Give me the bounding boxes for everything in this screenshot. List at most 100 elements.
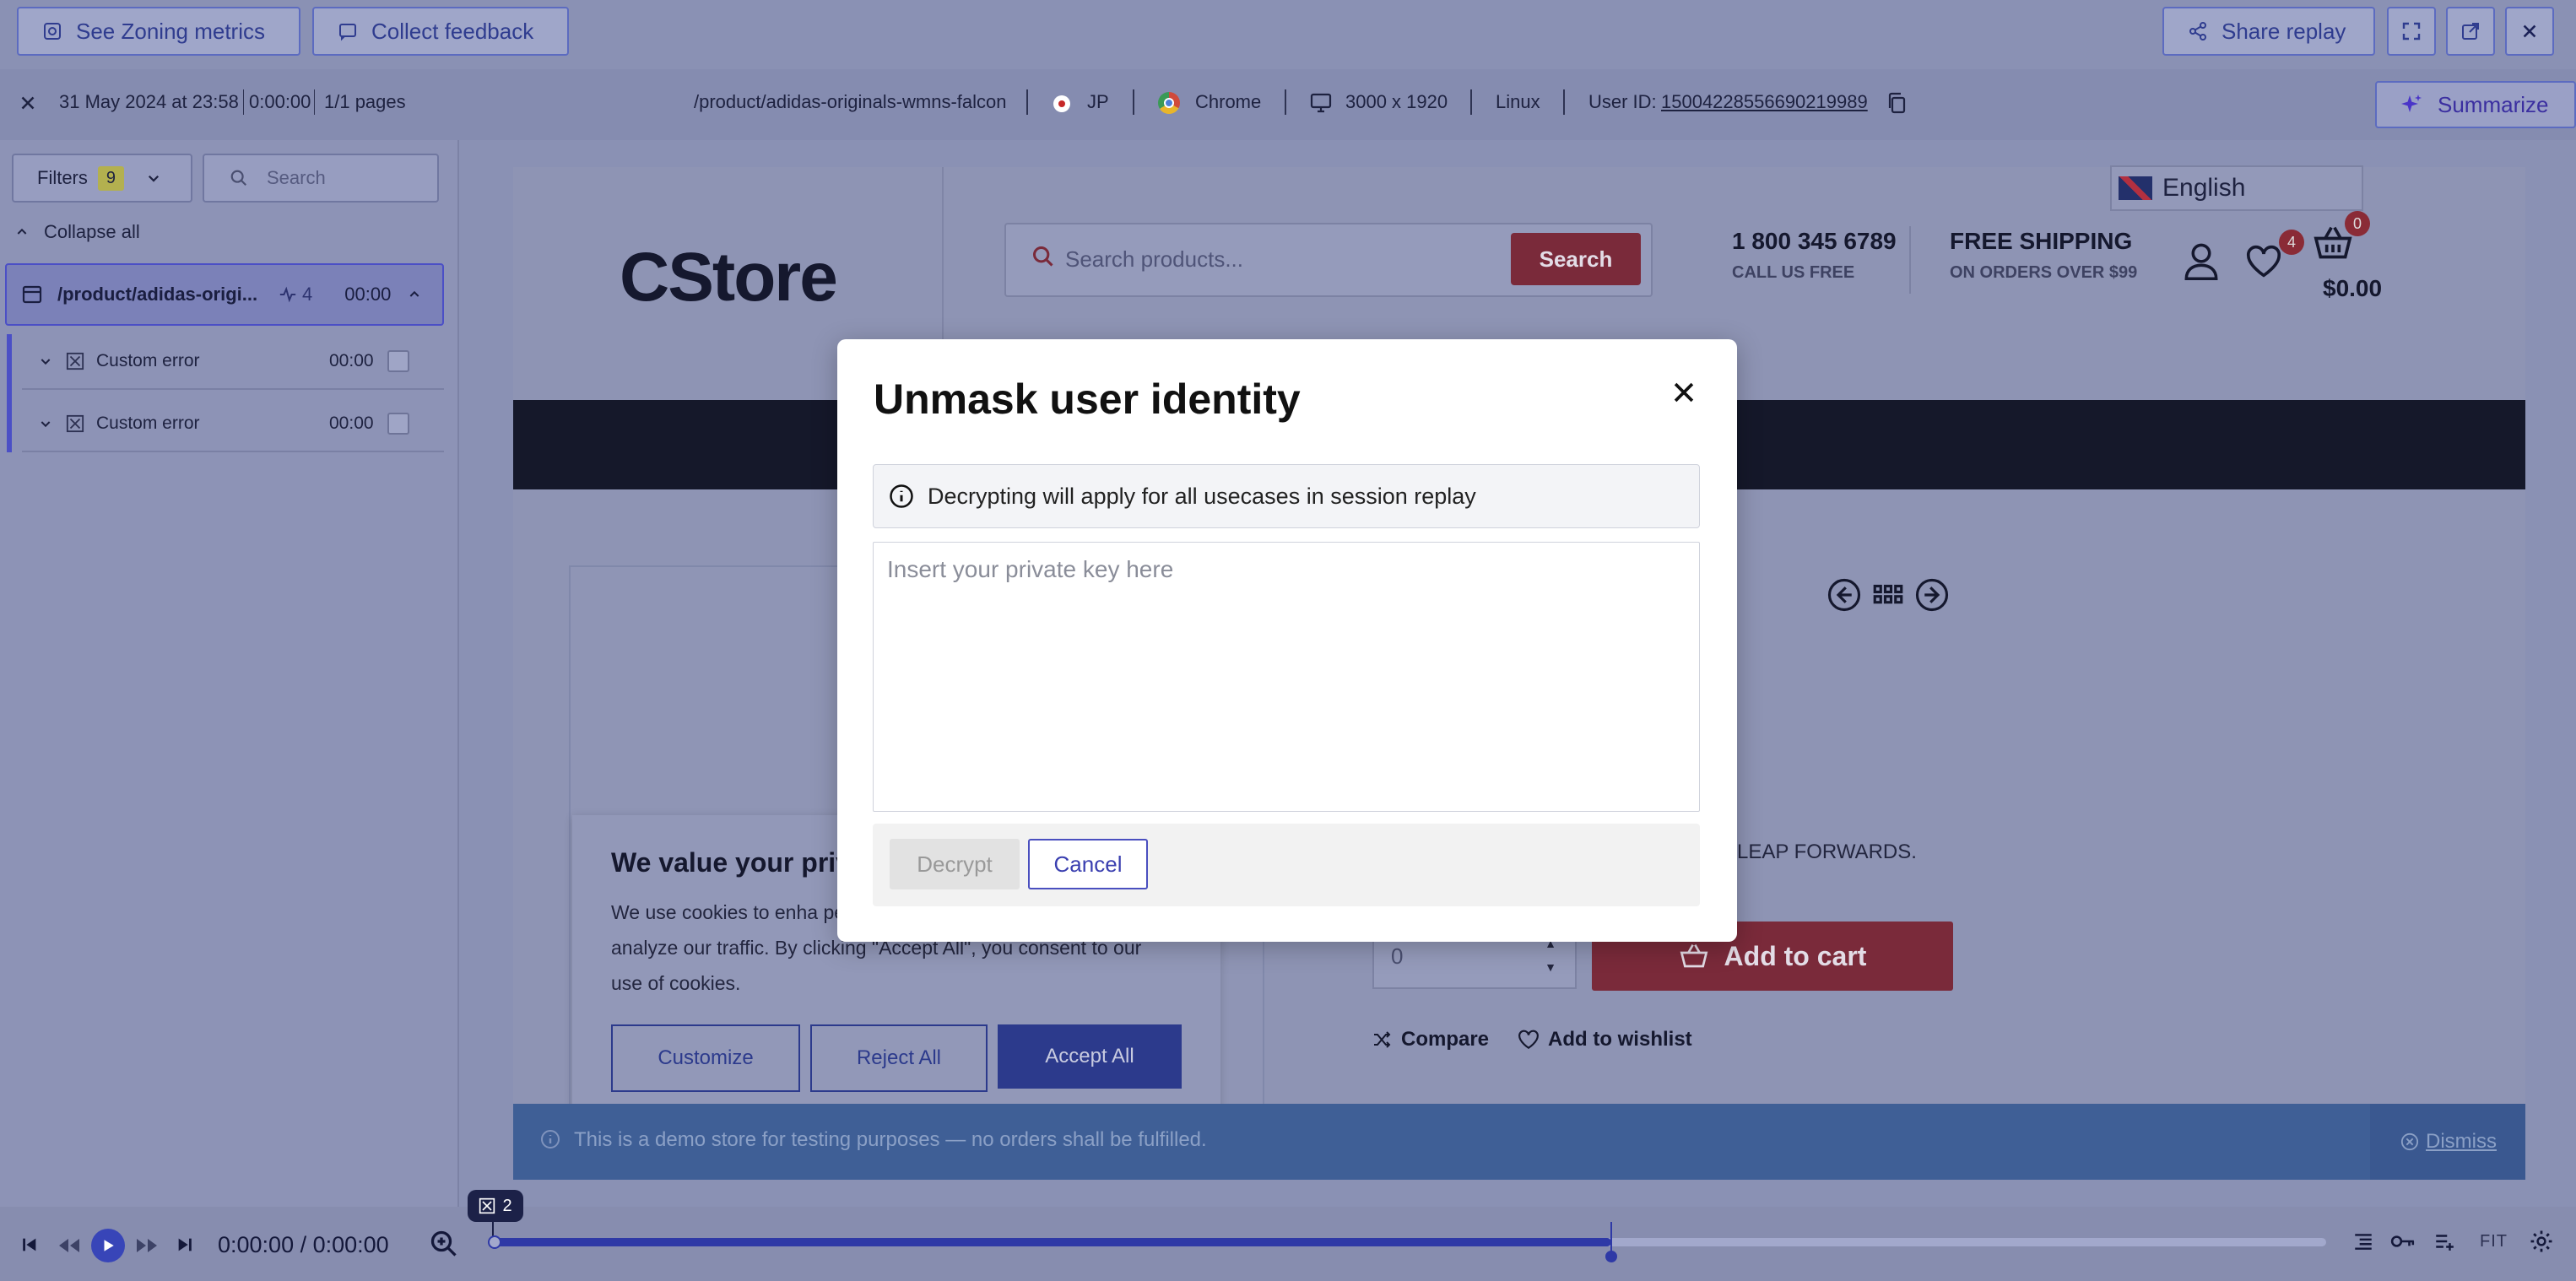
grid-icon[interactable] — [1870, 577, 1906, 613]
search-icon — [230, 170, 247, 186]
chevron-down-icon — [41, 359, 51, 365]
settings-button[interactable] — [2529, 1229, 2554, 1258]
compare-link[interactable]: Compare — [1371, 1028, 1489, 1051]
play-button[interactable] — [91, 1229, 125, 1262]
close-replay-button[interactable] — [2505, 7, 2554, 56]
decrypt-button[interactable]: Decrypt — [890, 839, 1020, 889]
add-wishlist-label: Add to wishlist — [1548, 1028, 1692, 1051]
session-datetime: 31 May 2024 at 23:58 — [59, 91, 239, 112]
event-label: Custom error — [96, 413, 200, 433]
quantity-value: 0 — [1391, 943, 1404, 969]
skip-start-button[interactable] — [20, 1235, 39, 1258]
store-search-button[interactable]: Search — [1511, 233, 1641, 285]
store-phone: 1 800 345 6789 — [1732, 228, 1897, 254]
session-url: /product/adidas-originals-wmns-falcon — [694, 91, 1007, 112]
sidebar-search-placeholder: Search — [267, 167, 326, 188]
cookie-reject-button[interactable]: Reject All — [810, 1024, 988, 1092]
account-icon[interactable] — [2183, 241, 2220, 284]
event-checkbox[interactable] — [387, 350, 409, 372]
divider — [1133, 89, 1134, 115]
share-replay-button[interactable]: Share replay — [2162, 7, 2375, 56]
info-icon — [540, 1129, 560, 1154]
timeline-event-marker[interactable]: 2 — [468, 1190, 523, 1222]
store-shipping-sub: ON ORDERS OVER $99 — [1950, 263, 2138, 282]
japan-flag-icon — [1053, 95, 1070, 112]
browser-window-icon — [22, 285, 42, 304]
store-logo[interactable]: CStore — [620, 238, 838, 317]
divider — [243, 89, 244, 115]
open-external-button[interactable] — [2446, 7, 2495, 56]
close-session-button[interactable] — [17, 92, 39, 114]
cookie-accept-button[interactable]: Accept All — [998, 1024, 1182, 1089]
copy-button[interactable] — [1886, 91, 1908, 119]
sidebar-page-item[interactable]: /product/adidas-origi... 4 00:00 — [5, 263, 444, 326]
dismiss-notice-button[interactable]: Dismiss — [2370, 1104, 2525, 1180]
collapse-all-button[interactable]: Collapse all — [15, 221, 140, 243]
event-label: Custom error — [96, 351, 200, 370]
search-icon — [1031, 245, 1055, 273]
add-to-list-button[interactable] — [2433, 1230, 2456, 1257]
unmask-identity-dialog: Unmask user identity Decrypting will app… — [837, 339, 1737, 942]
fullscreen-icon — [2402, 22, 2421, 41]
summarize-button[interactable]: Summarize — [2375, 81, 2576, 128]
timeline-start-handle[interactable] — [488, 1235, 501, 1249]
fast-forward-icon — [137, 1239, 157, 1252]
user-id-link[interactable]: 15004228556690219989 — [1661, 91, 1868, 113]
events-list-button[interactable] — [2351, 1230, 2375, 1257]
session-country: JP — [1087, 91, 1109, 112]
cookie-customize-button[interactable]: Customize — [611, 1024, 800, 1092]
private-key-textarea[interactable]: Insert your private key here — [873, 542, 1700, 812]
zoom-in-icon — [430, 1230, 457, 1257]
filters-dropdown[interactable]: Filters 9 — [12, 154, 192, 203]
zoning-metrics-button[interactable]: See Zoning metrics — [17, 7, 300, 56]
skip-end-icon — [178, 1238, 192, 1251]
event-time: 00:00 — [329, 351, 374, 370]
timeline-track[interactable] — [493, 1238, 2326, 1246]
session-pages: 1/1 pages — [324, 91, 406, 112]
compare-label: Compare — [1401, 1028, 1490, 1051]
dialog-close-button[interactable] — [1670, 378, 1698, 407]
wishlist-icon[interactable] — [2245, 245, 2282, 283]
rewind-button[interactable] — [57, 1237, 81, 1258]
list-indent-icon — [2355, 1234, 2372, 1250]
divider — [1285, 89, 1286, 115]
fast-forward-button[interactable] — [135, 1237, 159, 1258]
zoom-button[interactable] — [429, 1229, 459, 1263]
skip-start-icon — [23, 1238, 36, 1251]
language-selector[interactable]: English — [2110, 165, 2363, 211]
add-to-cart-label: Add to cart — [1724, 940, 1867, 971]
error-icon — [66, 414, 84, 433]
page-item-time: 00:00 — [344, 284, 392, 305]
playhead-handle[interactable] — [1605, 1251, 1617, 1262]
key-button[interactable] — [2390, 1230, 2416, 1257]
arrow-right-icon[interactable] — [1914, 577, 1950, 613]
page-item-count: 4 — [302, 284, 313, 305]
arrow-left-icon[interactable] — [1826, 577, 1862, 613]
event-checkbox[interactable] — [387, 413, 409, 435]
sidebar-search-input[interactable]: Search — [203, 154, 439, 203]
chevron-down-icon[interactable]: ▼ — [1545, 960, 1556, 974]
rewind-icon — [59, 1239, 79, 1252]
skip-end-button[interactable] — [176, 1235, 194, 1258]
wishlist-count-badge: 4 — [2279, 230, 2304, 255]
session-os: Linux — [1496, 91, 1540, 112]
add-to-wishlist-link[interactable]: Add to wishlist — [1518, 1028, 1692, 1051]
fit-button[interactable]: FIT — [2480, 1232, 2508, 1251]
dialog-footer: Decrypt Cancel — [873, 824, 1700, 906]
fullscreen-button[interactable] — [2387, 7, 2436, 56]
chevron-down-icon — [41, 421, 51, 428]
cart-icon — [1680, 944, 1707, 968]
dialog-info-banner: Decrypting will apply for all usecases i… — [873, 464, 1700, 528]
event-row-2[interactable]: Custom error 00:00 — [22, 397, 444, 452]
collect-feedback-button[interactable]: Collect feedback — [312, 7, 569, 56]
cancel-button[interactable]: Cancel — [1028, 839, 1148, 889]
activity-icon — [279, 286, 296, 303]
event-row-1[interactable]: Custom error 00:00 — [22, 334, 444, 390]
feedback-icon — [339, 24, 356, 41]
cart-total: $0.00 — [2323, 275, 2383, 301]
dismiss-label: Dismiss — [2426, 1130, 2497, 1153]
chevron-up-icon — [409, 290, 419, 297]
divider — [1909, 226, 1911, 294]
cookie-title: We value your priv — [611, 847, 851, 878]
divider — [1563, 89, 1565, 115]
